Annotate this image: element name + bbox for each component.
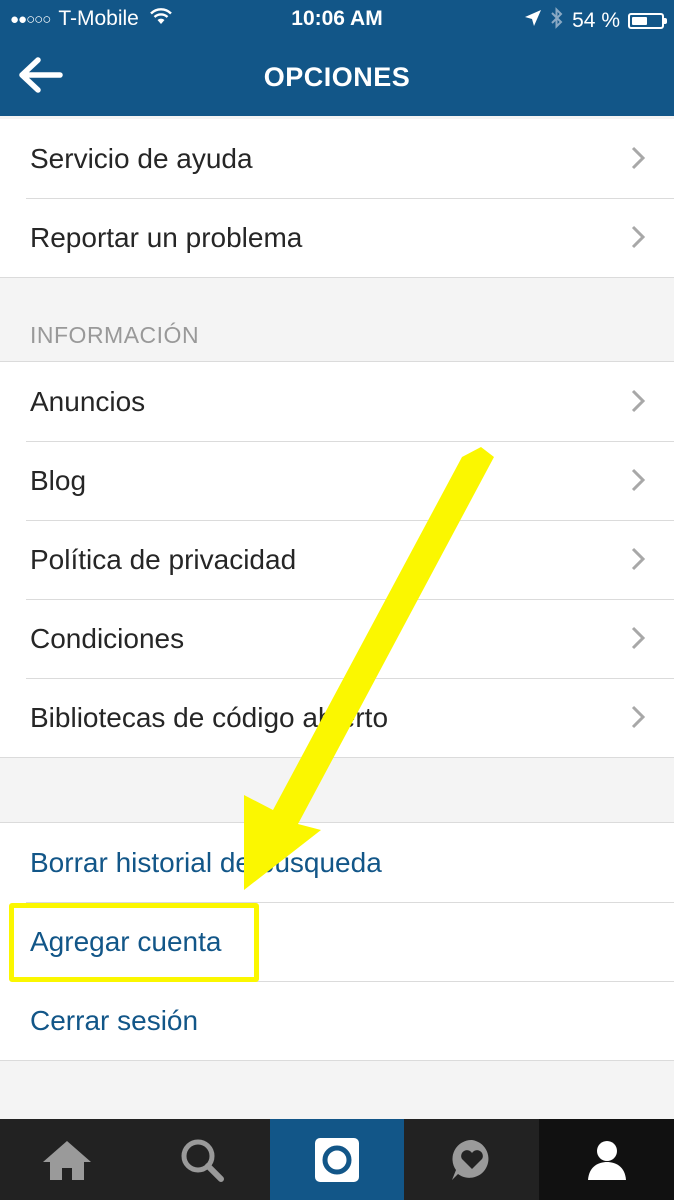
account-actions-group: Borrar historial de búsqueda Agregar cue… (0, 822, 674, 1061)
home-icon (43, 1140, 92, 1180)
clear-search-history-button[interactable]: Borrar historial de búsqueda (0, 823, 674, 902)
terms-item[interactable]: Condiciones (0, 599, 674, 678)
row-label: Blog (30, 464, 87, 496)
section-header-info: INFORMACIÓN (30, 322, 200, 348)
chevron-right-icon (631, 389, 646, 413)
chevron-right-icon (631, 547, 646, 571)
log-out-button[interactable]: Cerrar sesión (0, 981, 674, 1060)
open-source-libraries-item[interactable]: Bibliotecas de código abierto (0, 678, 674, 757)
report-problem-item[interactable]: Reportar un problema (0, 198, 674, 277)
tab-activity[interactable] (404, 1119, 539, 1200)
row-label: Condiciones (30, 622, 185, 654)
row-label: Reportar un problema (30, 221, 303, 253)
blog-item[interactable]: Blog (0, 441, 674, 520)
page-title: OPCIONES (263, 62, 411, 92)
chevron-right-icon (631, 225, 646, 249)
chevron-right-icon (631, 468, 646, 492)
status-bar: ●●○○○ T-Mobile 10:06 AM 54 % (0, 0, 674, 38)
tab-bar (0, 1119, 674, 1200)
privacy-policy-item[interactable]: Política de privacidad (0, 520, 674, 599)
row-label: Servicio de ayuda (30, 142, 253, 174)
row-label: Cerrar sesión (30, 1004, 199, 1036)
tab-profile[interactable] (539, 1119, 674, 1200)
tab-search[interactable] (135, 1119, 270, 1200)
help-center-item[interactable]: Servicio de ayuda (0, 119, 674, 198)
profile-icon (587, 1140, 626, 1180)
row-label: Anuncios (30, 385, 146, 417)
nav-bar: OPCIONES (0, 38, 674, 116)
activity-heart-icon (451, 1139, 489, 1180)
support-group: Servicio de ayuda Reportar un problema (0, 119, 674, 278)
tab-home[interactable] (0, 1119, 135, 1200)
battery-icon (628, 13, 667, 29)
chevron-right-icon (631, 146, 646, 170)
bluetooth-icon (550, 7, 564, 35)
status-right: 54 % (516, 7, 667, 35)
chevron-right-icon (631, 705, 646, 729)
row-label: Política de privacidad (30, 543, 297, 575)
camera-icon (314, 1137, 359, 1182)
row-label: Borrar historial de búsqueda (30, 846, 382, 878)
battery-fill (632, 17, 647, 25)
search-icon (181, 1139, 225, 1182)
chevron-right-icon (631, 626, 646, 650)
add-account-button[interactable]: Agregar cuenta (0, 902, 674, 981)
location-arrow-icon (524, 9, 542, 33)
info-group: Anuncios Blog Política de privacidad Con… (0, 361, 674, 758)
row-label: Bibliotecas de código abierto (30, 701, 389, 733)
battery-percent: 54 % (572, 9, 620, 32)
ads-item[interactable]: Anuncios (0, 362, 674, 441)
tab-camera[interactable] (269, 1119, 405, 1200)
row-label: Agregar cuenta (30, 925, 222, 957)
